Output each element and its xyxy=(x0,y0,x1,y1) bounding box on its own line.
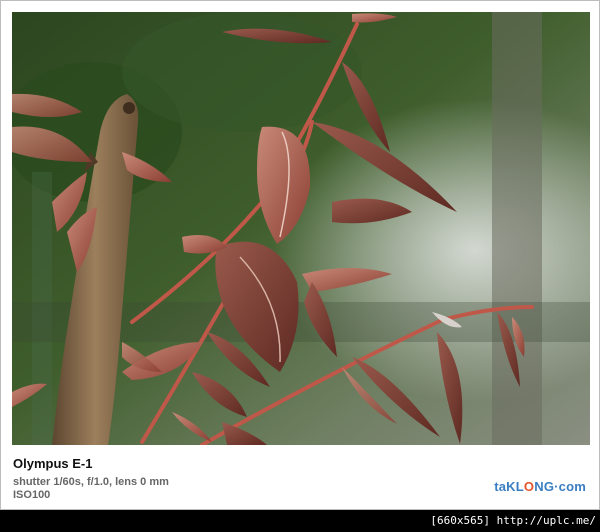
watermark-text: [660x565] http://uplc.me/ xyxy=(430,514,596,527)
camera-model: Olympus E-1 xyxy=(13,456,93,471)
logo-part-1: taKL xyxy=(494,479,524,494)
leaves-photo xyxy=(12,12,590,445)
exposure-info: shutter 1/60s, f/1.0, lens 0 mm xyxy=(13,476,169,488)
photo xyxy=(12,12,590,445)
iso-info: ISO100 xyxy=(13,489,51,501)
logo-part-2: O xyxy=(523,479,535,494)
takling-logo: taKLONG·com xyxy=(494,479,586,494)
photo-frame: Olympus E-1 shutter 1/60s, f/1.0, lens 0… xyxy=(0,0,600,510)
logo-part-3: NG·com xyxy=(534,479,586,494)
